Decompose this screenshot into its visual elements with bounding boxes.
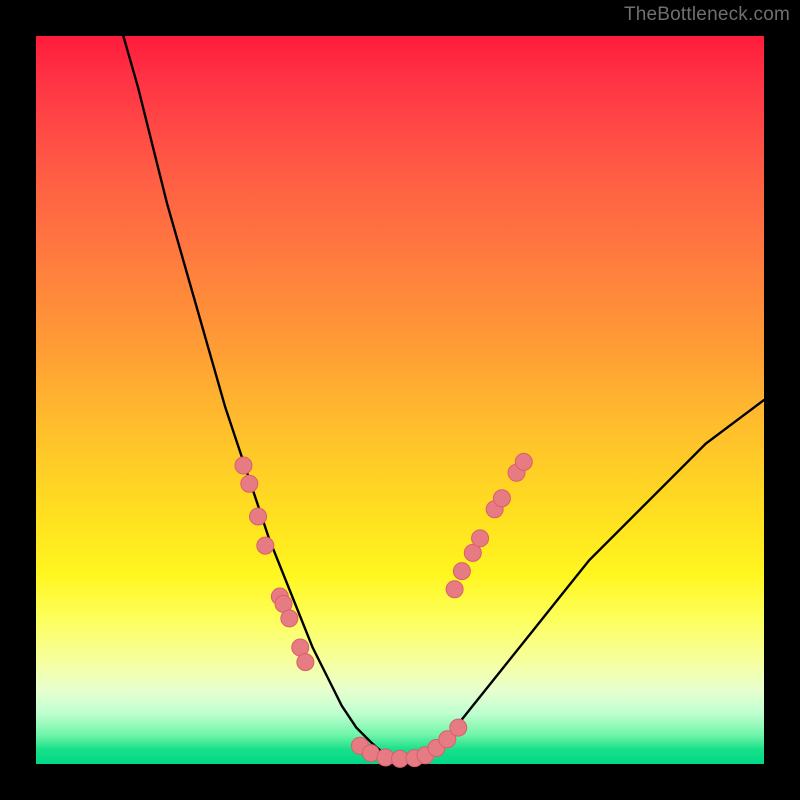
plot-area	[36, 36, 764, 764]
chart-frame: TheBottleneck.com	[0, 0, 800, 800]
chart-svg	[36, 36, 764, 764]
data-point	[235, 457, 252, 474]
data-point	[493, 490, 510, 507]
data-point	[257, 537, 274, 554]
data-point	[472, 530, 489, 547]
data-point	[515, 453, 532, 470]
data-point	[446, 581, 463, 598]
data-point	[241, 475, 258, 492]
data-point	[297, 654, 314, 671]
watermark-label: TheBottleneck.com	[624, 4, 790, 26]
data-point	[450, 719, 467, 736]
data-point	[250, 508, 267, 525]
bottleneck-curve	[123, 36, 764, 760]
data-point	[453, 563, 470, 580]
data-point	[281, 610, 298, 627]
data-markers	[235, 453, 532, 767]
